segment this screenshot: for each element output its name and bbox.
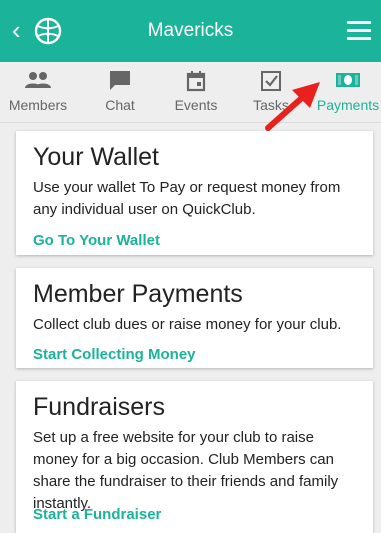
start-collecting-money-link[interactable]: Start Collecting Money bbox=[33, 346, 196, 363]
card-title: Member Payments bbox=[33, 280, 243, 308]
tab-chat[interactable]: Chat bbox=[82, 62, 158, 122]
card-description: Use your wallet To Pay or request money … bbox=[33, 179, 341, 218]
card-description: Set up a free website for your club to r… bbox=[33, 429, 339, 512]
hamburger-menu-icon[interactable] bbox=[347, 21, 371, 41]
money-icon bbox=[336, 73, 360, 87]
tab-label: Members bbox=[8, 97, 68, 113]
tab-members[interactable]: Members bbox=[0, 62, 76, 122]
app-header: ‹ Mavericks bbox=[0, 0, 381, 62]
member-payments-card: Member Payments Collect club dues or rai… bbox=[16, 268, 373, 368]
annotation-arrow-icon bbox=[265, 82, 320, 131]
tab-label: Chat bbox=[105, 97, 135, 113]
people-icon bbox=[25, 72, 51, 88]
start-fundraiser-link[interactable]: Start a Fundraiser bbox=[33, 506, 161, 523]
go-to-wallet-link[interactable]: Go To Your Wallet bbox=[33, 232, 160, 249]
tab-events[interactable]: Events bbox=[158, 62, 234, 122]
fundraisers-card: Fundraisers Set up a free website for yo… bbox=[16, 381, 373, 533]
card-title: Your Wallet bbox=[33, 143, 159, 171]
chat-icon bbox=[110, 71, 130, 90]
wallet-card: Your Wallet Use your wallet To Pay or re… bbox=[16, 131, 373, 255]
card-title: Fundraisers bbox=[33, 393, 165, 421]
card-description: Collect club dues or raise money for you… bbox=[33, 316, 342, 333]
calendar-icon bbox=[186, 71, 206, 92]
page-title: Mavericks bbox=[147, 20, 234, 41]
